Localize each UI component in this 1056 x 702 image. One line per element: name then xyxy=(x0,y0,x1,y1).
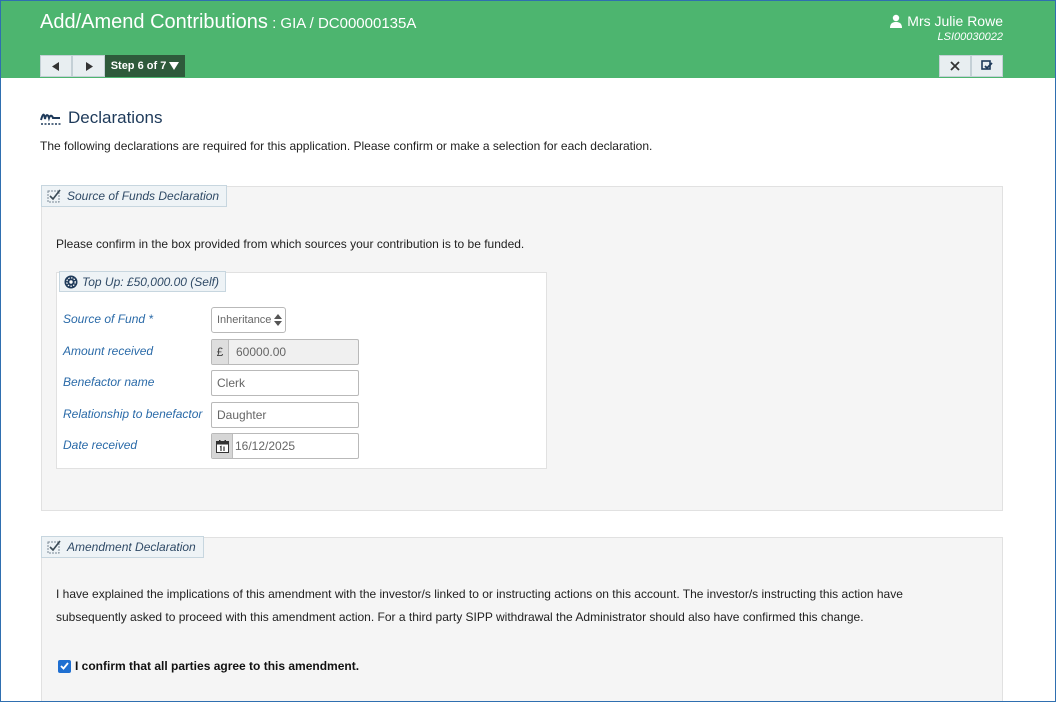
user-info: Mrs Julie Rowe LSI00030022 xyxy=(889,13,1003,43)
source-of-fund-label: Source of Fund * xyxy=(63,312,154,326)
confirm-amendment-checkbox[interactable] xyxy=(58,659,71,673)
benefactor-name-value: Clerk xyxy=(217,376,246,390)
step-label: Step 6 of 7 xyxy=(110,60,167,72)
relationship-label: Relationship to benefactor xyxy=(63,407,203,421)
page-heading: Add/Amend Contributions : GIA / DC000001… xyxy=(40,11,416,34)
intro-text: The following declarations are required … xyxy=(40,139,653,153)
heading-account: : GIA / DC00000135A xyxy=(267,15,417,32)
calendar-button[interactable] xyxy=(212,434,233,458)
close-button[interactable] xyxy=(939,55,971,77)
header-bar: Add/Amend Contributions : GIA / DC000001… xyxy=(1,1,1055,78)
save-document-icon xyxy=(981,60,993,70)
close-icon xyxy=(950,61,960,71)
relationship-input[interactable]: Daughter xyxy=(211,402,359,428)
topup-legend-text: Top Up: £50,000.00 (Self) xyxy=(82,274,219,289)
section-title-text: Declarations xyxy=(68,108,163,127)
checkmark-icon xyxy=(60,662,69,670)
topup-subpanel: Top Up: £50,000.00 (Self) Source of Fund… xyxy=(56,271,547,469)
amendment-legend-text: Amendment Declaration xyxy=(67,540,196,554)
date-received-input[interactable]: 16/12/2025 xyxy=(211,433,359,459)
caret-down-icon xyxy=(169,62,180,70)
benefactor-name-label: Benefactor name xyxy=(63,375,155,389)
heading-main: Add/Amend Contributions xyxy=(40,11,268,33)
relationship-value: Daughter xyxy=(217,408,267,422)
arrow-left-icon xyxy=(52,61,59,71)
previous-step-button[interactable] xyxy=(40,55,72,77)
date-received-value: 16/12/2025 xyxy=(235,439,296,453)
section-title: Declarations xyxy=(40,108,163,128)
source-of-funds-panel: Source of Funds Declaration Please confi… xyxy=(41,185,1003,511)
amendment-panel: Amendment Declaration I have explained t… xyxy=(41,536,1003,701)
app-window: Add/Amend Contributions : GIA / DC000001… xyxy=(0,0,1056,702)
step-dropdown-button[interactable]: Step 6 of 7 xyxy=(105,55,185,77)
user-code: LSI00030022 xyxy=(937,31,1003,43)
amendment-text-line-2: subsequently asked to proceed with this … xyxy=(56,610,864,624)
arrow-right-icon xyxy=(85,61,93,71)
amount-received-value: 60000.00 xyxy=(236,345,287,359)
benefactor-name-input[interactable]: Clerk xyxy=(211,370,359,396)
sort-arrows-icon xyxy=(274,314,282,326)
next-step-button[interactable] xyxy=(72,55,105,77)
main-content: Declarations The following declarations … xyxy=(1,78,1055,701)
source-of-funds-legend-text: Source of Funds Declaration xyxy=(67,189,220,203)
topup-legend: Top Up: £50,000.00 (Self) xyxy=(59,271,226,292)
amendment-text-line-1: I have explained the implications of thi… xyxy=(56,587,903,601)
amount-received-label: Amount received xyxy=(63,344,154,358)
signature-icon xyxy=(40,113,61,125)
user-name-row: Mrs Julie Rowe xyxy=(889,13,1003,29)
user-icon xyxy=(890,14,903,28)
user-name: Mrs Julie Rowe xyxy=(907,13,1003,29)
amount-received-field: £ 60000.00 xyxy=(211,339,359,365)
calendar-icon xyxy=(215,439,229,453)
gear-icon xyxy=(64,275,78,288)
confirm-amendment-label: I confirm that all parties agree to this… xyxy=(75,659,360,673)
date-received-label: Date received xyxy=(63,438,138,452)
confirm-amendment-row[interactable]: I confirm that all parties agree to this… xyxy=(58,659,359,673)
source-of-fund-select[interactable]: Inheritance xyxy=(211,307,286,333)
source-of-funds-legend: Source of Funds Declaration xyxy=(41,185,228,207)
save-exit-button[interactable] xyxy=(971,55,1003,77)
source-of-fund-value: Inheritance xyxy=(217,314,272,326)
checklist-icon xyxy=(47,189,61,203)
amendment-legend: Amendment Declaration xyxy=(41,536,204,558)
currency-addon: £ xyxy=(212,340,229,364)
checklist-icon xyxy=(47,540,61,554)
source-of-funds-text: Please confirm in the box provided from … xyxy=(56,237,525,251)
